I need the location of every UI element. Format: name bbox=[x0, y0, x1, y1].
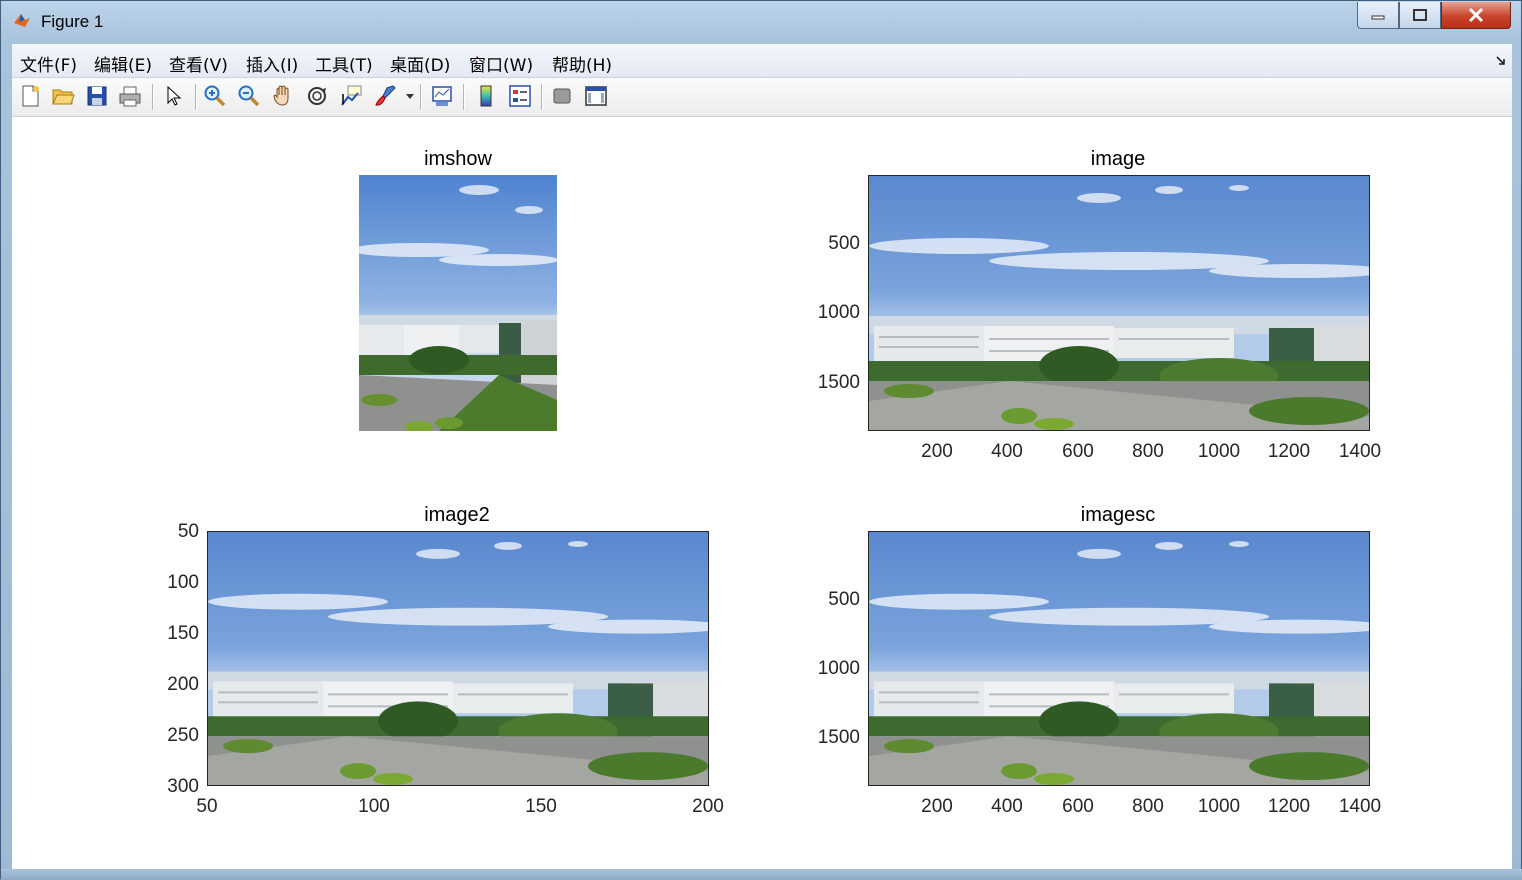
link-plot-icon[interactable] bbox=[430, 84, 454, 108]
x-tick-label: 400 bbox=[991, 796, 1023, 817]
menu-desktop[interactable]: 桌面(D) bbox=[390, 51, 450, 76]
menu-view[interactable]: 查看(V) bbox=[169, 51, 228, 76]
y-tick-label: 250 bbox=[167, 725, 199, 746]
menu-file[interactable]: 文件(F) bbox=[20, 51, 77, 76]
data-cursor-icon[interactable] bbox=[339, 84, 363, 108]
y-tick-label: 200 bbox=[167, 674, 199, 695]
close-icon bbox=[1468, 7, 1484, 23]
y-tick-label: 1000 bbox=[817, 658, 860, 679]
axes-image[interactable] bbox=[868, 175, 1370, 431]
minimize-icon bbox=[1371, 15, 1385, 20]
toolbar-separator bbox=[420, 84, 422, 110]
colorbar-icon[interactable] bbox=[474, 84, 498, 108]
figure-canvas[interactable]: imshow image 500 1000 1500 200 400 600 8… bbox=[12, 117, 1512, 869]
x-tick-label: 100 bbox=[358, 796, 390, 817]
axes-title-image2: image2 bbox=[424, 504, 490, 526]
menu-help[interactable]: 帮助(H) bbox=[552, 51, 612, 76]
toolbar-separator bbox=[195, 84, 197, 110]
y-tick-label: 50 bbox=[177, 521, 199, 542]
y-tick-label: 1500 bbox=[817, 727, 860, 748]
y-tick-label: 1500 bbox=[817, 372, 860, 393]
image-campus-photo bbox=[869, 532, 1369, 785]
x-tick-label: 800 bbox=[1132, 796, 1164, 817]
menu-insert[interactable]: 插入(I) bbox=[246, 51, 298, 76]
hide-plot-tools-icon[interactable] bbox=[550, 84, 574, 108]
x-tick-label: 200 bbox=[921, 796, 953, 817]
maximize-button[interactable] bbox=[1399, 2, 1441, 29]
maximize-icon bbox=[1413, 9, 1427, 21]
new-figure-icon[interactable] bbox=[18, 84, 42, 108]
x-tick-label: 1200 bbox=[1267, 441, 1311, 462]
y-tick-label: 300 bbox=[167, 776, 199, 797]
y-tick-label: 500 bbox=[828, 589, 860, 610]
show-plot-tools-icon[interactable] bbox=[584, 84, 608, 108]
zoom-in-icon[interactable] bbox=[203, 84, 227, 108]
toolbar-separator bbox=[152, 84, 154, 110]
dock-arrow-icon[interactable] bbox=[1496, 56, 1506, 66]
y-tick-label: 150 bbox=[167, 623, 199, 644]
menu-tools[interactable]: 工具(T) bbox=[315, 51, 373, 76]
x-tick-label: 1200 bbox=[1267, 796, 1311, 817]
axes-title-imagesc: imagesc bbox=[1080, 504, 1156, 526]
menu-bar: 文件(F) 编辑(E) 查看(V) 插入(I) 工具(T) 桌面(D) 窗口(W… bbox=[12, 44, 1512, 78]
matlab-icon bbox=[14, 14, 30, 27]
x-tick-label: 1400 bbox=[1338, 796, 1382, 817]
y-tick-label: 500 bbox=[828, 233, 860, 254]
x-tick-label: 50 bbox=[196, 796, 218, 817]
title-bar[interactable]: Figure 1 bbox=[1, 1, 1521, 43]
window-title: Figure 1 bbox=[41, 12, 104, 31]
figure-toolbar bbox=[12, 78, 1512, 117]
window-bottom-edge bbox=[1, 869, 1522, 880]
save-icon[interactable] bbox=[85, 84, 109, 108]
figure-window: Figure 1 文件(F) 编辑(E) 查看(V) 插入(I) 工具(T) 桌… bbox=[0, 0, 1522, 880]
x-tick-label: 600 bbox=[1062, 796, 1094, 817]
x-tick-label: 1000 bbox=[1197, 441, 1241, 462]
toolbar-separator bbox=[541, 84, 543, 110]
open-file-icon[interactable] bbox=[51, 84, 75, 108]
close-button[interactable] bbox=[1441, 2, 1511, 29]
y-tick-label: 100 bbox=[167, 572, 199, 593]
image-campus-photo bbox=[208, 532, 708, 785]
x-tick-label: 1000 bbox=[1197, 796, 1241, 817]
brush-dropdown-icon[interactable] bbox=[405, 93, 415, 101]
select-arrow-icon[interactable] bbox=[162, 84, 186, 108]
pan-hand-icon[interactable] bbox=[271, 84, 295, 108]
y-tick-label: 1000 bbox=[817, 302, 860, 323]
x-tick-label: 400 bbox=[991, 441, 1023, 462]
axes-image2[interactable] bbox=[207, 531, 709, 786]
brush-icon[interactable] bbox=[373, 84, 397, 108]
zoom-out-icon[interactable] bbox=[237, 84, 261, 108]
x-tick-label: 150 bbox=[525, 796, 557, 817]
x-tick-label: 200 bbox=[692, 796, 724, 817]
menu-edit[interactable]: 编辑(E) bbox=[94, 51, 152, 76]
x-tick-label: 800 bbox=[1132, 441, 1164, 462]
axes-title-imshow: imshow bbox=[424, 148, 492, 170]
axes-imshow[interactable] bbox=[359, 175, 557, 431]
x-tick-label: 1400 bbox=[1338, 441, 1382, 462]
menu-window[interactable]: 窗口(W) bbox=[469, 51, 533, 76]
axes-title-image: image bbox=[1090, 148, 1146, 170]
toolbar-separator bbox=[463, 84, 465, 110]
print-icon[interactable] bbox=[118, 84, 142, 108]
minimize-button[interactable] bbox=[1357, 2, 1399, 29]
image-campus-photo bbox=[359, 175, 557, 431]
x-tick-label: 200 bbox=[921, 441, 953, 462]
x-tick-label: 600 bbox=[1062, 441, 1094, 462]
axes-imagesc[interactable] bbox=[868, 531, 1370, 786]
rotate-3d-icon[interactable] bbox=[305, 84, 329, 108]
legend-icon[interactable] bbox=[508, 84, 532, 108]
image-campus-photo bbox=[869, 176, 1369, 430]
